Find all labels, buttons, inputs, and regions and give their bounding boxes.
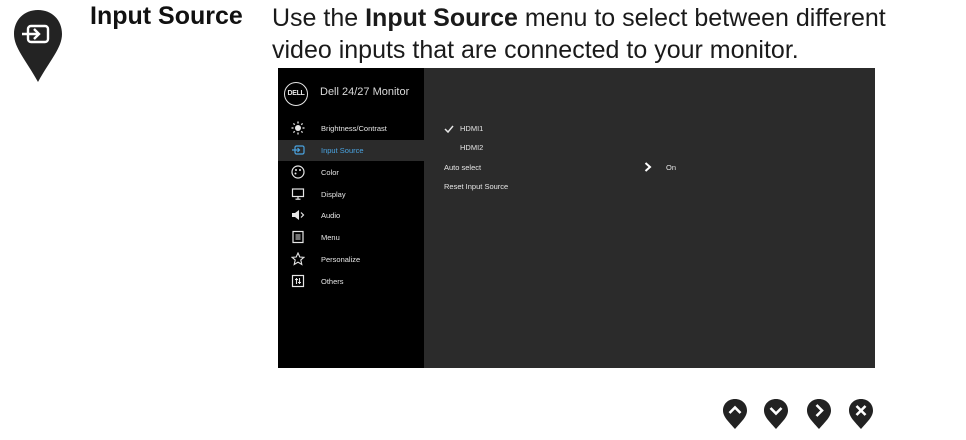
menu-item-others[interactable]: Others [278,271,424,292]
menu-item-label: Menu [321,233,340,242]
osd-screen: DELL Dell 24/27 Monitor Brightness/Contr… [278,68,875,368]
osd-header: DELL Dell 24/27 Monitor [278,68,424,118]
auto-select-value: On [666,163,677,172]
menu-item-display[interactable]: Display [278,184,424,205]
menu-item-label: Brightness/Contrast [321,124,387,133]
others-icon [291,274,305,288]
right-button[interactable] [806,398,832,430]
menu-item-label: Display [321,190,346,199]
menu-item-brightness-contrast[interactable]: Brightness/Contrast [278,118,424,139]
dell-logo: DELL [284,82,308,106]
menu-item-label: Input Source [321,146,364,155]
menu-list-icon [292,230,304,244]
display-icon [291,188,305,200]
up-button[interactable] [722,398,748,430]
option-hdmi1[interactable]: HDMI1 [460,124,483,133]
description-bold: Input Source [365,4,518,32]
speaker-icon [292,210,305,220]
input-source-icon [14,10,62,82]
menu-item-personalize[interactable]: Personalize [278,249,424,270]
chevron-right-icon [644,162,652,172]
down-button[interactable] [763,398,789,430]
option-hdmi2[interactable]: HDMI2 [460,143,483,152]
option-reset-input-source[interactable]: Reset Input Source [444,182,508,191]
monitor-title: Dell 24/27 Monitor [320,86,410,98]
menu-item-color[interactable]: Color [278,162,424,183]
menu-item-label: Others [321,277,344,286]
color-palette-icon [291,165,305,179]
menu-item-menu[interactable]: Menu [278,227,424,248]
menu-item-label: Color [321,168,339,177]
description-prefix: Use the [272,4,366,32]
option-auto-select[interactable]: Auto select [444,163,481,172]
star-icon [291,252,305,266]
menu-item-audio[interactable]: Audio [278,205,424,226]
menu-item-label: Personalize [321,255,361,264]
brightness-icon [291,121,305,135]
check-icon [444,125,454,134]
menu-item-input-source[interactable]: Input Source [278,140,424,161]
menu-item-label: Audio [321,211,341,220]
section-description: Use the Input Source menu to select betw… [272,2,932,66]
osd-sidebar: DELL Dell 24/27 Monitor Brightness/Contr… [278,68,424,368]
input-source-icon [292,145,305,155]
close-button[interactable] [848,398,874,430]
section-heading: Input Source [90,2,243,30]
